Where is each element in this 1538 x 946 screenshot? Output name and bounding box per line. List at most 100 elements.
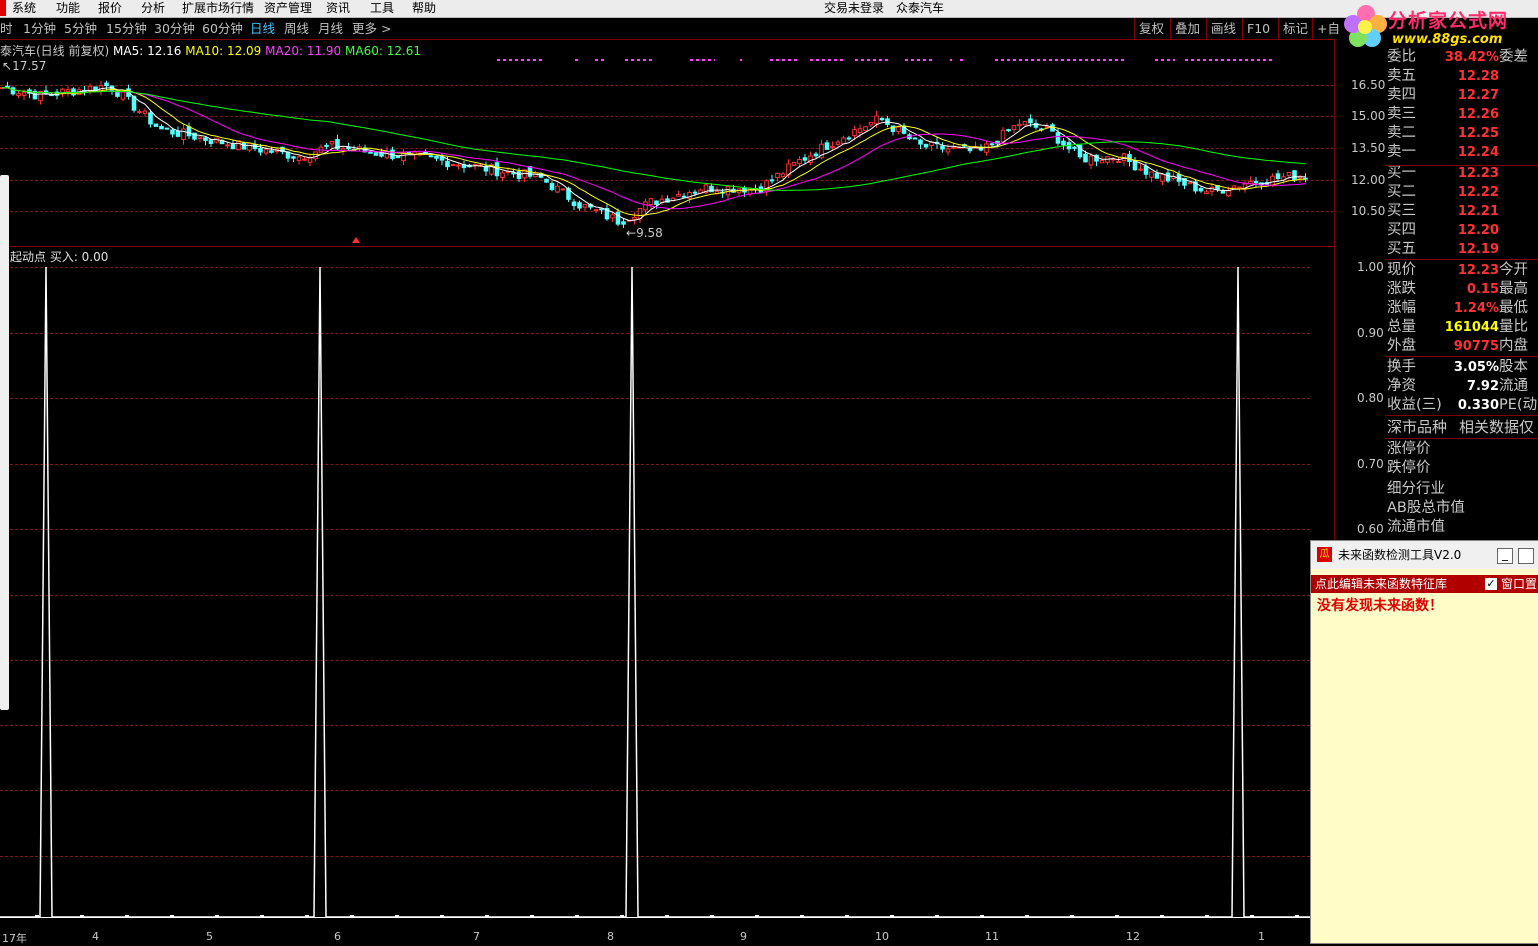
candle-body [1072,146,1077,149]
candle-body [1248,180,1253,185]
bid-row[interactable]: 买五 12.19 [1387,240,1537,259]
period-60min[interactable]: 60分钟 [202,18,243,39]
candle-body [1226,190,1231,197]
f10-button[interactable]: F10 [1242,18,1274,39]
candle-body [1099,159,1105,164]
candle-body [632,216,637,220]
period-monthly[interactable]: 月线 [318,18,343,39]
period-30min[interactable]: 30分钟 [154,18,195,39]
market-tabs[interactable]: 深市品种 相关数据仅 [1387,418,1537,437]
extra-label: 跌停价 [1387,460,1431,476]
indicator-chart[interactable] [0,247,1310,942]
candle-body [797,158,802,165]
menu-analysis[interactable]: 分析 [141,0,165,16]
candle-body [896,126,901,133]
bid-price: 12.22 [1457,185,1499,200]
pin-window-checkbox[interactable]: ✓ [1485,578,1497,590]
menu-function[interactable]: 功能 [56,0,80,16]
maximize-button[interactable] [1518,548,1534,564]
candle-body [775,172,780,179]
ask-row[interactable]: 卖二 12.25 [1387,124,1537,143]
quote-label: 外盘 [1387,338,1416,354]
tool-app-icon: 瓜 [1317,547,1332,562]
candlestick-chart[interactable] [0,40,1334,246]
bid-label: 买一 [1387,165,1416,181]
candle-body [1055,132,1061,144]
candle-body [104,82,109,87]
period-daily[interactable]: 日线 [250,18,275,39]
restore-rights-button[interactable]: 复权 [1134,18,1168,39]
candle-body [868,121,874,126]
indicator-zero-marker [1250,915,1254,918]
menu-quote[interactable]: 报价 [98,0,122,16]
fundamental-value: 0.330 [1457,398,1499,413]
bid-row[interactable]: 买二 12.22 [1387,183,1537,202]
overlay-button[interactable]: 叠加 [1170,18,1204,39]
candle-body [841,137,846,144]
candle-body [615,211,621,225]
candle-body [291,156,296,159]
bid-row[interactable]: 买一 12.23 [1387,164,1537,183]
candle-body [692,191,698,194]
bid-label: 买四 [1387,222,1416,238]
ask-row[interactable]: 卖四 12.27 [1387,86,1537,105]
candle-body [1028,118,1033,124]
tab-related-data[interactable]: 相关数据仅 [1459,418,1534,437]
candle-body [1187,181,1193,185]
candle-body [654,200,659,205]
candle-body [1160,174,1165,182]
ask-row[interactable]: 卖五 12.28 [1387,67,1537,86]
x-tick: 17年 [2,932,27,945]
future-function-tool-window[interactable]: 瓜 未来函数检测工具V2.0 _ 点此编辑未来函数特征库 ✓ 窗口置 没有发现未… [1310,540,1538,944]
fundamental-value: 3.05% [1453,360,1499,375]
period-minute[interactable]: 时 [0,18,13,39]
menu-news[interactable]: 资讯 [326,0,350,16]
period-weekly[interactable]: 周线 [284,18,309,39]
draw-line-button[interactable]: 画线 [1206,18,1240,39]
candle-body [368,151,373,154]
candle-body [747,187,753,195]
left-scrollbar[interactable] [0,175,9,710]
indicator-zero-marker [755,915,759,918]
tab-shenzhen-market[interactable]: 深市品种 [1387,418,1447,437]
candle-body [1116,161,1121,164]
candle-body [571,201,577,207]
indicator-zero-marker [1070,915,1074,918]
extra-label: 涨停价 [1387,441,1431,457]
flower-logo-icon [1344,5,1387,47]
candle-body [1011,125,1017,130]
y-tick-top: 15.00 [1351,109,1386,123]
x-tick: 12 [1126,930,1140,943]
bid-row[interactable]: 买四 12.20 [1387,221,1537,240]
ask-label: 卖五 [1387,68,1416,84]
candle-body [989,143,995,146]
period-1min[interactable]: 1分钟 [23,18,56,39]
candle-body [120,91,126,100]
menu-asset-management[interactable]: 资产管理 [264,0,312,16]
period-5min[interactable]: 5分钟 [64,18,97,39]
indicator-zero-marker [350,915,354,918]
ask-row[interactable]: 卖三 12.26 [1387,105,1537,124]
ask-price: 12.25 [1457,126,1499,141]
edit-feature-library-link[interactable]: 点此编辑未来函数特征库 [1315,575,1447,593]
ask-row[interactable]: 卖一 12.24 [1387,143,1537,162]
candle-body [65,89,71,92]
candle-body [846,137,852,140]
menu-system[interactable]: 系统 [12,0,36,16]
mark-button[interactable]: 标记 [1278,18,1312,39]
tool-title-bar[interactable]: 瓜 未来函数检测工具V2.0 _ [1311,541,1538,569]
period-15min[interactable]: 15分钟 [106,18,147,39]
menu-extended-market[interactable]: 扩展市场行情 [182,0,254,16]
y-tick-top: 10.50 [1351,204,1386,218]
candle-body [1165,172,1171,182]
menu-help[interactable]: 帮助 [412,0,436,16]
menu-tools[interactable]: 工具 [370,0,394,16]
candle-body [555,185,560,193]
candle-body [681,195,687,198]
quote-label2: 量比 [1499,319,1528,335]
bid-row[interactable]: 买三 12.21 [1387,202,1537,221]
period-more[interactable]: 更多 > [352,18,391,39]
candle-body [16,93,21,97]
candle-body [137,111,142,114]
minimize-button[interactable]: _ [1497,548,1513,564]
